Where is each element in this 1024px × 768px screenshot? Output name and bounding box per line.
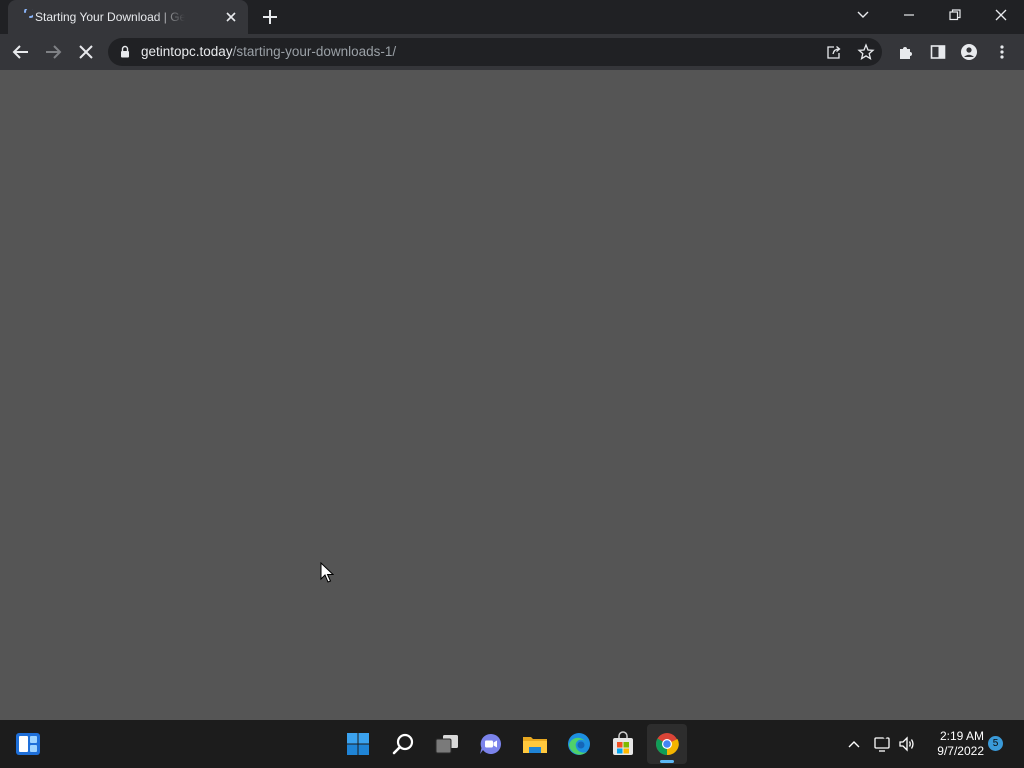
teams-chat-icon bbox=[480, 733, 501, 754]
side-panel-icon[interactable] bbox=[929, 43, 947, 61]
lock-icon[interactable] bbox=[119, 45, 131, 59]
widgets-button[interactable] bbox=[8, 724, 48, 764]
search-button[interactable] bbox=[383, 724, 423, 764]
close-icon[interactable] bbox=[225, 11, 237, 23]
url-host: getintopc.today bbox=[141, 44, 233, 59]
chevron-down-icon[interactable] bbox=[855, 8, 871, 22]
url-text[interactable]: getintopc.today/starting-your-downloads-… bbox=[141, 43, 396, 61]
edge-button[interactable] bbox=[559, 724, 599, 764]
stop-icon[interactable] bbox=[77, 43, 95, 61]
extensions-icon[interactable] bbox=[897, 43, 915, 61]
teams-chat-button[interactable] bbox=[471, 724, 511, 764]
share-icon[interactable] bbox=[825, 44, 843, 60]
start-button[interactable] bbox=[338, 724, 378, 764]
volume-icon[interactable] bbox=[898, 735, 916, 753]
tab-title: Starting Your Download | Get Into PC bbox=[35, 10, 185, 24]
close-window-icon[interactable] bbox=[994, 8, 1008, 22]
clock[interactable]: 2:19 AM 9/7/2022 bbox=[920, 729, 984, 759]
notification-badge[interactable]: 5 bbox=[988, 736, 1003, 751]
store-button[interactable] bbox=[603, 724, 643, 764]
spinner-icon bbox=[24, 9, 33, 18]
chrome-button[interactable] bbox=[647, 724, 687, 764]
edge-icon bbox=[568, 733, 590, 755]
page-content[interactable] bbox=[0, 70, 1024, 720]
file-explorer-button[interactable] bbox=[515, 724, 555, 764]
minimize-icon[interactable] bbox=[902, 8, 916, 22]
url-path: /starting-your-downloads-1/ bbox=[232, 44, 397, 59]
widgets-icon bbox=[16, 733, 40, 755]
clock-time: 2:19 AM bbox=[939, 729, 984, 743]
forward-arrow-icon[interactable] bbox=[44, 43, 62, 61]
clock-date: 9/7/2022 bbox=[937, 744, 984, 758]
back-arrow-icon[interactable] bbox=[12, 43, 30, 61]
task-view-icon bbox=[435, 735, 458, 754]
restore-icon[interactable] bbox=[948, 8, 962, 22]
taskbar bbox=[0, 720, 1024, 768]
task-view-button[interactable] bbox=[427, 724, 467, 764]
active-app-indicator bbox=[660, 760, 674, 763]
more-vert-icon[interactable] bbox=[993, 43, 1011, 61]
search-icon bbox=[392, 733, 414, 755]
mouse-cursor-icon bbox=[320, 562, 334, 583]
chevron-up-icon[interactable] bbox=[846, 736, 862, 752]
file-explorer-icon bbox=[523, 737, 547, 753]
profile-icon[interactable] bbox=[960, 43, 978, 61]
chrome-icon bbox=[656, 733, 679, 756]
windows-start-icon bbox=[347, 733, 369, 755]
plus-icon[interactable] bbox=[261, 8, 279, 26]
store-icon bbox=[613, 731, 633, 755]
star-icon[interactable] bbox=[857, 43, 875, 61]
network-icon[interactable] bbox=[873, 735, 891, 753]
